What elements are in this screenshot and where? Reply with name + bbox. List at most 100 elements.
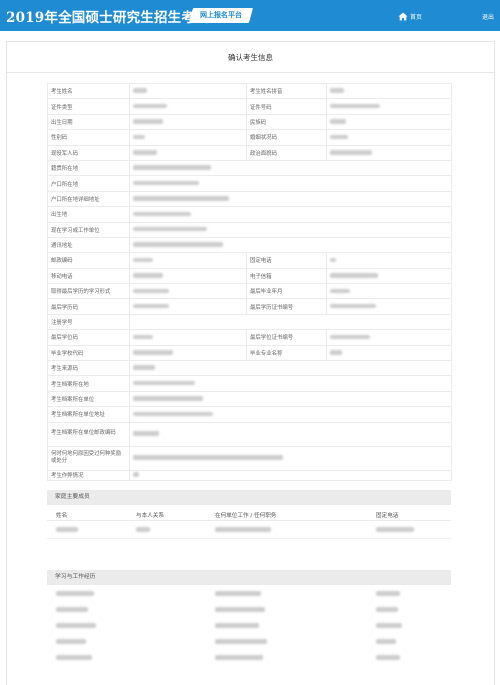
field-label: 现役军人码 <box>47 144 130 161</box>
info-row: 出生日期 民族码 <box>47 113 452 131</box>
family-col-phone: 固定电话 <box>376 513 399 519</box>
info-row: 移动电话 电子信箱 <box>47 267 452 285</box>
info-row: 邮政编码 固定电话 <box>47 252 452 269</box>
family-section-header: 家庭主要成员 <box>47 490 451 505</box>
field-value <box>326 129 452 146</box>
field-value <box>326 344 452 362</box>
info-row: 何时何地何原因受过何种奖励或处分 <box>47 445 452 471</box>
field-value <box>326 252 452 269</box>
field-value <box>129 390 452 408</box>
field-value <box>129 206 452 223</box>
info-row: 考生来源码 <box>47 360 452 377</box>
info-row: 考生档案所在地 <box>47 375 452 392</box>
field-value <box>129 159 452 177</box>
field-value <box>326 82 452 100</box>
info-row: 最后学位码 最后学位证书编号 <box>47 329 452 346</box>
field-label: 何时何地何原因受过何种奖励或处分 <box>47 445 130 471</box>
field-label: 最后学位证书编号 <box>246 329 327 346</box>
field-value <box>326 329 452 346</box>
field-value <box>129 344 247 362</box>
info-row: 注册学号 <box>47 313 452 331</box>
field-label: 考生档案所在单位 <box>47 390 130 408</box>
field-label: 固定电话 <box>246 252 327 269</box>
field-label: 邮政编码 <box>47 252 130 269</box>
logout-link[interactable]: 退出 <box>482 12 494 21</box>
field-label: 考生姓名 <box>47 82 130 100</box>
field-value <box>326 267 452 285</box>
info-row: 最后学历码 最后学历证书编号 <box>47 298 452 315</box>
field-value <box>326 283 452 300</box>
field-value <box>129 329 247 346</box>
field-value <box>129 360 452 377</box>
field-label: 考生姓名拼音 <box>246 82 327 100</box>
field-label: 性别码 <box>47 129 130 146</box>
info-row: 户口所在地详细地址 <box>47 190 452 208</box>
field-label: 证件类型 <box>47 98 130 115</box>
info-row: 取得最后学历的学习形式 最后毕业年月 <box>47 283 452 300</box>
field-value <box>129 421 452 447</box>
field-value <box>326 144 452 161</box>
history-row <box>47 618 451 633</box>
history-row <box>47 602 451 617</box>
info-row: 现在学习或工作单位 <box>47 221 452 238</box>
field-label: 婚姻状况码 <box>246 129 327 146</box>
field-label: 毕业专业名称 <box>246 344 327 362</box>
field-value <box>129 175 452 192</box>
family-col-employer: 在何单位工作 / 任何职务 <box>215 513 277 519</box>
site-title: 2019年全国硕士研究生招生考试 <box>6 10 209 26</box>
field-label: 移动电话 <box>47 267 130 285</box>
field-value <box>326 113 452 131</box>
field-value <box>129 144 247 161</box>
field-label: 考生档案所在单位邮政编码 <box>47 421 130 447</box>
history-section-header: 学习与工作经历 <box>47 570 451 585</box>
field-label: 通讯地址 <box>47 236 130 254</box>
field-label: 最后毕业年月 <box>246 283 327 300</box>
info-row: 现役军人码 政治面貌码 <box>47 144 452 161</box>
history-row <box>47 634 451 649</box>
info-row: 通讯地址 <box>47 236 452 254</box>
family-member-row <box>47 521 451 539</box>
panel-title: 确认考生信息 <box>7 42 494 73</box>
field-label: 籍贯所在地 <box>47 159 130 177</box>
house-icon <box>398 12 408 20</box>
field-label: 最后学历证书编号 <box>246 298 327 315</box>
field-value <box>129 252 247 269</box>
field-label: 户口所在地详细地址 <box>47 190 130 208</box>
field-label: 政治面貌码 <box>246 144 327 161</box>
field-value <box>129 267 247 285</box>
candidate-info-table: 考生姓名 考生姓名拼音 证件类型 证件号码 出生日期 民族码 性别码 婚姻状况码现役军人码 政治… <box>47 82 452 481</box>
field-label: 出生地 <box>47 206 130 223</box>
platform-badge: 网上报名平台 <box>188 8 254 23</box>
field-label: 考生档案所在单位地址 <box>47 406 130 423</box>
field-value <box>129 469 452 481</box>
info-row: 证件类型 证件号码 <box>47 98 452 115</box>
field-value <box>326 98 452 115</box>
info-row: 户口所在地 <box>47 175 452 192</box>
field-value <box>129 406 452 423</box>
field-value <box>129 82 247 100</box>
family-col-relation: 与本人关系 <box>136 513 164 519</box>
field-label: 毕业学校代码 <box>47 344 130 362</box>
field-label: 民族码 <box>246 113 327 131</box>
top-header: 2019年全国硕士研究生招生考试 网上报名平台 首页 退出 <box>0 0 500 31</box>
field-label: 现在学习或工作单位 <box>47 221 130 238</box>
history-row <box>47 650 451 665</box>
field-label: 考生来源码 <box>47 360 130 377</box>
field-label: 最后学历码 <box>47 298 130 315</box>
family-table-header: 姓名 与本人关系 在何单位工作 / 任何职务 固定电话 <box>47 508 451 521</box>
info-row: 考生作弊情况 <box>47 469 452 481</box>
field-label: 电子信箱 <box>246 267 327 285</box>
info-row: 毕业学校代码 毕业专业名称 <box>47 344 452 362</box>
field-label: 考生作弊情况 <box>47 469 130 481</box>
field-value <box>129 221 452 238</box>
info-row: 出生地 <box>47 206 452 223</box>
family-col-name: 姓名 <box>56 513 68 519</box>
field-value <box>129 129 247 146</box>
history-row <box>47 586 451 601</box>
field-value <box>129 283 247 300</box>
field-value <box>129 98 247 115</box>
home-link[interactable]: 首页 <box>398 10 422 22</box>
field-value <box>129 375 452 392</box>
home-label: 首页 <box>410 13 423 21</box>
field-label: 取得最后学历的学习形式 <box>47 283 130 300</box>
